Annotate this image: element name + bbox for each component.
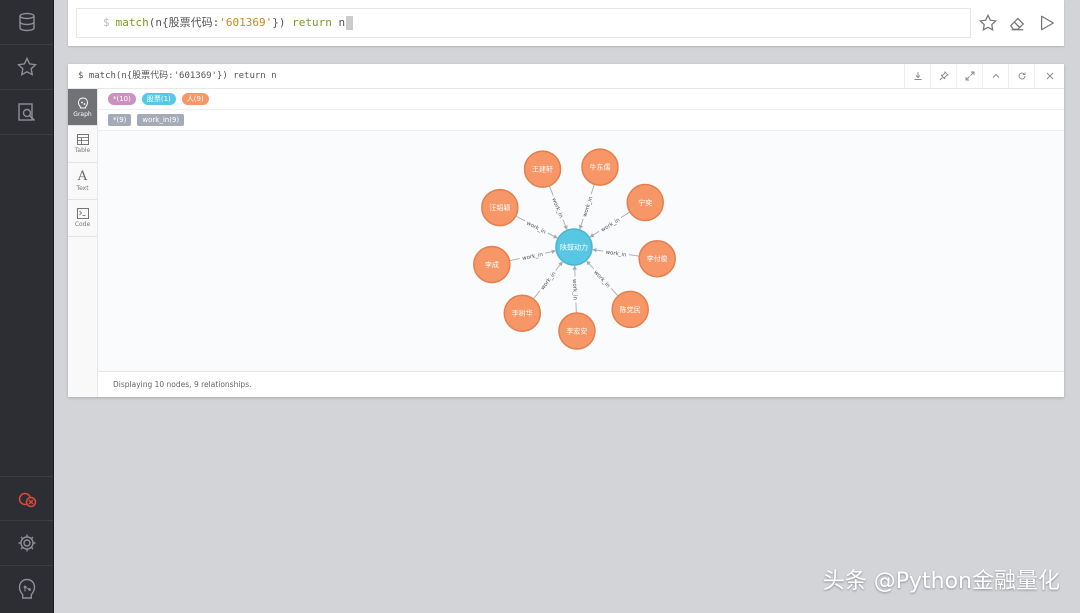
tab-table[interactable]: Table: [68, 126, 97, 163]
relationship-label: work_in: [602, 247, 630, 259]
relationship-label: work_in: [596, 214, 624, 235]
relationship-label: work_in: [549, 194, 567, 222]
person-node[interactable]: 李成: [473, 245, 511, 284]
svg-text:李树华: 李树华: [512, 309, 533, 318]
svg-text:李付俊: 李付俊: [647, 254, 668, 263]
svg-text:陕鼓动力: 陕鼓动力: [560, 243, 588, 252]
view-tabs: Graph Table A Text Code: [68, 89, 98, 397]
graph-svg: work_in work_inwork_inwork_inwork_inwork_…: [473, 148, 676, 350]
stock-node[interactable]: 陕鼓动力: [555, 228, 593, 266]
person-node[interactable]: 宁奕: [626, 183, 664, 222]
result-frame: $ match(n{股票代码:'601369'}) return n Graph…: [68, 64, 1064, 397]
relationship-label: work_in: [579, 192, 595, 221]
connection-off-icon[interactable]: [0, 476, 53, 521]
tab-graph-label: Graph: [73, 110, 92, 118]
rel-type-all[interactable]: *(9): [108, 114, 132, 126]
person-node[interactable]: 牛东儒: [581, 148, 619, 186]
person-node[interactable]: 陈党民: [611, 290, 649, 329]
refresh-icon[interactable]: [1008, 64, 1034, 88]
tab-text-label: Text: [76, 184, 89, 192]
close-icon[interactable]: [1034, 64, 1064, 88]
expand-icon[interactable]: [956, 64, 982, 88]
text-icon: A: [77, 168, 88, 184]
svg-text:陈党民: 陈党民: [620, 305, 641, 314]
collapse-icon[interactable]: [982, 64, 1008, 88]
graph-icon: [77, 97, 88, 108]
query-keyword: match: [115, 16, 149, 29]
text-cursor: [346, 16, 354, 30]
relationship-label: work_in: [536, 267, 559, 294]
document-search-icon[interactable]: [0, 90, 53, 135]
legend-divider: [97, 109, 1064, 110]
svg-text:王建轩: 王建轩: [532, 165, 553, 174]
tab-code[interactable]: Code: [68, 200, 97, 237]
rel-type-work-in[interactable]: work_in(9): [137, 114, 185, 126]
svg-text:汪韬颖: 汪韬颖: [489, 203, 510, 212]
tab-graph[interactable]: Graph: [68, 89, 97, 126]
star-icon[interactable]: [0, 45, 53, 90]
editor-prompt: $: [103, 16, 110, 29]
svg-text:宁奕: 宁奕: [638, 198, 652, 207]
tab-table-label: Table: [74, 147, 91, 154]
node-label-person[interactable]: 人(9): [181, 93, 209, 105]
neo4j-logo-icon[interactable]: [0, 566, 53, 611]
person-node[interactable]: 王建轩: [523, 150, 562, 188]
query-string: '601369': [219, 16, 273, 29]
relationship-legend: *(9) work_in(9): [108, 114, 185, 128]
person-node[interactable]: 李付俊: [638, 239, 676, 278]
status-footer: Displaying 10 nodes, 9 relationships.: [98, 371, 1064, 397]
person-node[interactable]: 李树华: [503, 294, 542, 332]
database-icon[interactable]: [0, 0, 53, 45]
code-icon: [76, 208, 89, 219]
query-editor-bar: $ match(n{股票代码:'601369'}) return n: [68, 0, 1064, 46]
eraser-icon[interactable]: [1006, 12, 1028, 34]
relationship-label: work_in: [523, 217, 550, 237]
frame-header: $ match(n{股票代码:'601369'}) return n: [68, 64, 1064, 89]
person-node[interactable]: 李宏安: [558, 312, 596, 350]
node-label-stock[interactable]: 股票(1): [141, 93, 176, 105]
query-return: return: [292, 16, 332, 29]
node-label-legend: *(10) 股票(1) 人(9): [108, 93, 209, 107]
run-play-icon[interactable]: [1036, 12, 1058, 34]
svg-text:work_in: work_in: [571, 279, 578, 301]
svg-text:牛东儒: 牛东儒: [589, 163, 610, 172]
tab-code-label: Code: [74, 221, 91, 228]
download-icon[interactable]: [904, 64, 930, 88]
watermark-text: 头条 @Python金融量化: [822, 569, 1060, 594]
query-pre: (n{股票代码:: [148, 16, 220, 29]
relationship-label: work_in: [571, 276, 580, 303]
frame-title[interactable]: $ match(n{股票代码:'601369'}) return n: [78, 64, 277, 88]
graph-canvas[interactable]: work_in work_in work_in work_in work_in work_…: [98, 131, 1064, 371]
relationship-label: work_in: [518, 249, 546, 263]
tab-text[interactable]: A Text: [68, 163, 97, 200]
svg-text:李宏安: 李宏安: [566, 326, 587, 335]
favorite-star-icon[interactable]: [977, 12, 999, 34]
relationship-label: work_in: [590, 266, 615, 291]
query-var: n: [338, 16, 346, 29]
pin-icon[interactable]: [930, 64, 956, 88]
node-label-all[interactable]: *(10): [108, 93, 136, 105]
query-editor-input[interactable]: $ match(n{股票代码:'601369'}) return n: [76, 8, 971, 38]
query-post: }): [272, 16, 286, 29]
gear-icon[interactable]: [0, 521, 53, 566]
table-icon: [76, 134, 89, 145]
person-node[interactable]: 汪韬颖: [481, 188, 519, 227]
svg-text:李成: 李成: [485, 260, 499, 269]
sidebar: [0, 0, 54, 613]
